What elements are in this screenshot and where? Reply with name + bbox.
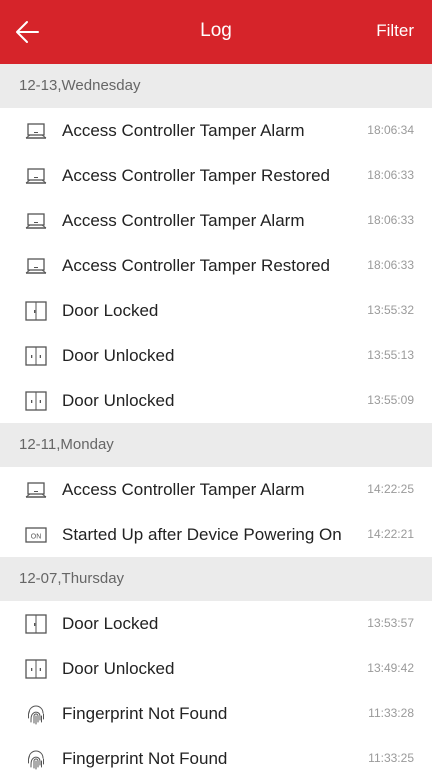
power-on-icon: ON xyxy=(25,525,47,545)
svg-text:ON: ON xyxy=(31,534,42,541)
log-item-time: 13:55:13 xyxy=(367,348,414,362)
log-item-label: Access Controller Tamper Restored xyxy=(62,166,331,185)
log-item[interactable]: Door Unlocked 13:55:13 xyxy=(0,333,432,378)
date-section-header: 12-13,Wednesday xyxy=(0,64,432,108)
log-item-label: Started Up after Device Powering On xyxy=(62,525,342,544)
log-item-label: Door Locked xyxy=(62,301,159,320)
log-item-time: 13:53:57 xyxy=(367,616,414,630)
laptop-icon xyxy=(25,121,47,141)
log-item-label: Access Controller Tamper Alarm xyxy=(62,121,305,140)
log-item[interactable]: Access Controller Tamper Alarm 18:06:33 xyxy=(0,198,432,243)
log-item-label: Door Unlocked xyxy=(62,659,175,678)
log-item-label: Access Controller Tamper Alarm xyxy=(62,211,305,230)
log-item-label: Fingerprint Not Found xyxy=(62,704,228,723)
laptop-icon xyxy=(25,166,47,186)
log-item[interactable]: Door Unlocked 13:49:42 xyxy=(0,646,432,691)
fingerprint-icon xyxy=(25,749,47,770)
laptop-icon xyxy=(25,211,47,231)
log-item-time: 14:22:21 xyxy=(367,527,414,541)
log-item-time: 14:22:25 xyxy=(367,482,414,496)
log-item-time: 18:06:33 xyxy=(367,213,414,227)
page-title: Log xyxy=(200,20,232,41)
log-item-time: 18:06:33 xyxy=(367,168,414,182)
log-list: 12-13,Wednesday Access Controller Tamper … xyxy=(0,64,432,781)
log-item[interactable]: ON Started Up after Device Powering On 14:… xyxy=(0,512,432,557)
log-item[interactable]: Fingerprint Not Found 11:33:28 xyxy=(0,691,432,736)
fingerprint-icon xyxy=(25,704,47,725)
log-item-time: 18:06:33 xyxy=(367,258,414,272)
log-item-label: Door Locked xyxy=(62,614,159,633)
date-section-header: 12-11,Monday xyxy=(0,423,432,467)
app-header: Log Filter xyxy=(0,0,432,64)
log-item-time: 18:06:34 xyxy=(367,123,414,137)
log-item-label: Door Unlocked xyxy=(62,391,175,410)
laptop-icon xyxy=(25,256,47,276)
log-item[interactable]: Door Locked 13:55:32 xyxy=(0,288,432,333)
log-item-time: 13:55:09 xyxy=(367,393,414,407)
log-item[interactable]: Access Controller Tamper Alarm 18:06:34 xyxy=(0,108,432,153)
log-item-label: Access Controller Tamper Alarm xyxy=(62,480,305,499)
laptop-icon xyxy=(25,480,47,500)
date-section-header: 12-07,Thursday xyxy=(0,557,432,601)
log-item-time: 13:55:32 xyxy=(367,303,414,317)
log-item-time: 11:33:28 xyxy=(368,706,414,720)
log-item-time: 13:49:42 xyxy=(367,661,414,675)
door-locked-icon xyxy=(25,301,47,321)
filter-button[interactable]: Filter xyxy=(376,21,414,41)
log-item[interactable]: Door Unlocked 13:55:09 xyxy=(0,378,432,423)
door-unlocked-icon xyxy=(25,659,47,679)
log-item-label: Door Unlocked xyxy=(62,346,175,365)
log-item[interactable]: Access Controller Tamper Alarm 14:22:25 xyxy=(0,467,432,512)
log-item[interactable]: Door Locked 13:53:57 xyxy=(0,601,432,646)
door-locked-icon xyxy=(25,614,47,634)
door-unlocked-icon xyxy=(25,346,47,366)
log-item-time: 11:33:25 xyxy=(368,751,414,765)
log-item[interactable]: Access Controller Tamper Restored 18:06:3… xyxy=(0,243,432,288)
log-item[interactable]: Access Controller Tamper Restored 18:06:3… xyxy=(0,153,432,198)
log-item-label: Fingerprint Not Found xyxy=(62,749,228,768)
log-item[interactable]: Fingerprint Not Found 11:33:25 xyxy=(0,736,432,781)
door-unlocked-icon xyxy=(25,391,47,411)
log-item-label: Access Controller Tamper Restored xyxy=(62,256,331,275)
